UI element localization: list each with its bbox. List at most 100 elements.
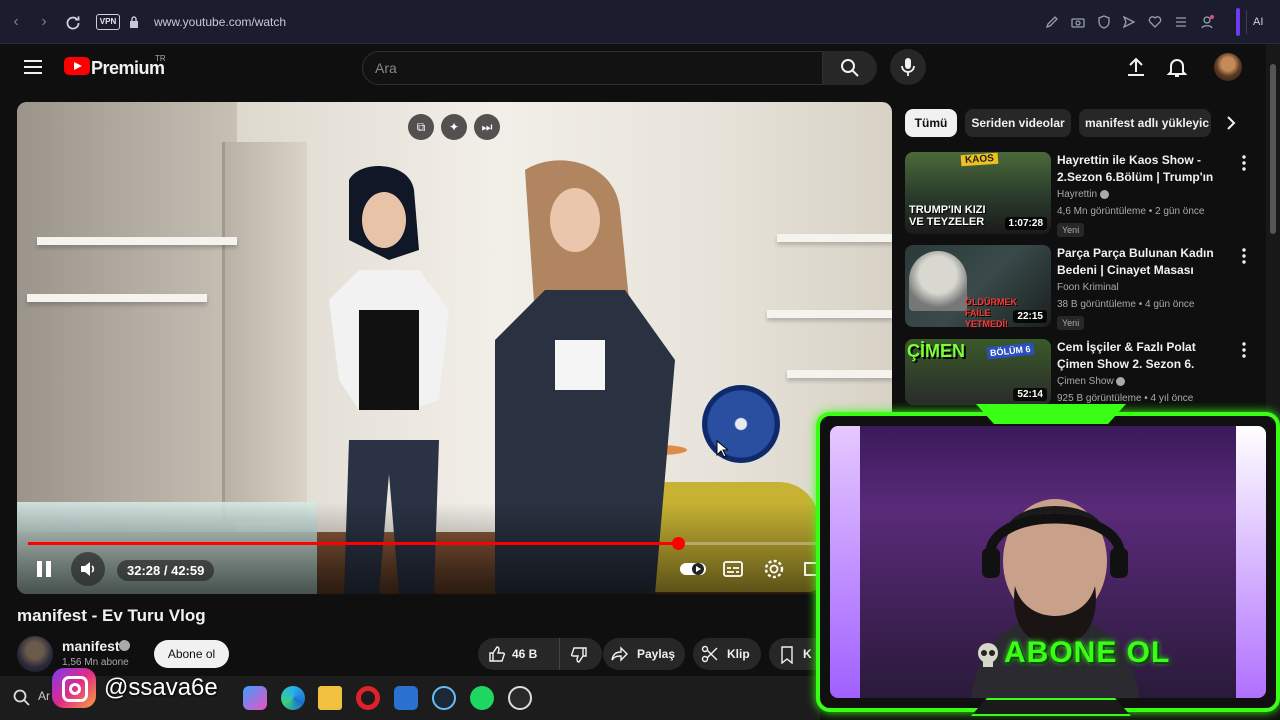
opera-icon[interactable] — [356, 686, 380, 710]
camera-icon[interactable] — [1070, 14, 1086, 30]
heart-icon[interactable] — [1147, 14, 1163, 30]
logo-text[interactable]: Premium — [91, 58, 165, 79]
verified-icon — [119, 640, 130, 651]
volume-button[interactable] — [71, 552, 105, 586]
like-count: 46 B — [512, 647, 538, 661]
time-display: 32:28 / 42:59 — [117, 560, 215, 581]
video-frame-shelf — [37, 237, 237, 245]
taskbar-search-text[interactable]: Ar — [38, 689, 50, 703]
webcam-light — [830, 426, 860, 698]
video-thumbnail[interactable]: KAOS TRUMP'IN KIZI VE TEYZELER 1:07:28 — [905, 152, 1051, 234]
chip-series[interactable]: Seriden videolar — [965, 109, 1071, 137]
forward-icon[interactable]: › — [34, 12, 54, 32]
video-thumbnail[interactable]: ÖLDÜRMEK FAİLE YETMEDİ! 22:15 — [905, 245, 1051, 327]
webcam-frame-decoration — [976, 404, 1126, 424]
like-button[interactable]: 46 B — [478, 638, 560, 670]
upload-icon[interactable] — [1125, 56, 1147, 78]
ai-enhance-button[interactable]: ✦ — [441, 114, 467, 140]
channel-name[interactable]: Foon Kriminal — [1057, 282, 1119, 293]
video-duration: 22:15 — [1013, 310, 1047, 323]
video-title: manifest - Ev Turu Vlog — [17, 606, 206, 625]
channel-avatar[interactable] — [17, 636, 53, 672]
recommended-video[interactable]: KAOS TRUMP'IN KIZI VE TEYZELER 1:07:28 H… — [905, 152, 1260, 237]
edit-icon[interactable] — [1044, 14, 1060, 30]
bell-icon[interactable] — [1166, 56, 1188, 78]
video-player[interactable]: ⧉ ✦ ⏭ 32:28 / 42:59 — [17, 102, 892, 594]
copilot-icon[interactable] — [243, 686, 267, 710]
chevron-right-icon[interactable] — [1222, 114, 1240, 132]
save-button[interactable]: K — [769, 638, 819, 670]
video-meta: 925 B görüntüleme • 4 yıl önce — [1057, 393, 1194, 404]
profile-icon[interactable] — [1199, 14, 1215, 30]
channel-name[interactable]: manifest — [62, 638, 120, 654]
channel-name[interactable]: Hayrettin — [1057, 189, 1109, 200]
region-code: TR — [155, 54, 166, 63]
scissors-icon — [701, 645, 718, 663]
scrollbar-thumb[interactable] — [1270, 64, 1276, 234]
ai-button[interactable]: AI — [1246, 10, 1280, 34]
back-icon[interactable]: ‹ — [6, 12, 26, 32]
progress-bar[interactable] — [28, 537, 878, 550]
new-badge: Yeni — [1057, 316, 1085, 330]
send-icon[interactable] — [1121, 14, 1137, 30]
like-dislike-group: 46 B — [478, 638, 602, 670]
list-icon[interactable] — [1173, 14, 1189, 30]
address-bar[interactable]: www.youtube.com/watch — [154, 15, 286, 29]
new-badge: Yeni — [1057, 223, 1085, 237]
menu-icon[interactable] — [24, 60, 42, 74]
video-meta: 38 B görüntüleme • 4 gün önce — [1057, 299, 1195, 310]
voice-search-button[interactable] — [890, 49, 926, 85]
search-button[interactable] — [823, 51, 877, 85]
more-options-icon[interactable] — [1238, 341, 1250, 359]
channel-name[interactable]: Çimen Show — [1057, 376, 1126, 387]
search-input[interactable] — [375, 52, 805, 84]
miniplayer-button[interactable]: ⧉ — [408, 114, 434, 140]
chip-uploader[interactable]: manifest adlı yükleyic — [1079, 109, 1211, 137]
video-title[interactable]: Hayrettin ile Kaos Show - 2.Sezon 6.Bölü… — [1057, 152, 1235, 186]
subscribe-overlay-text: ABONE OL — [1004, 636, 1171, 669]
file-explorer-icon[interactable] — [318, 686, 342, 710]
more-options-icon[interactable] — [1238, 154, 1250, 172]
video-title[interactable]: Cem İşçiler & Fazlı Polat Çimen Show 2. … — [1057, 339, 1235, 373]
share-button[interactable]: Paylaş — [603, 638, 685, 670]
search-icon[interactable] — [12, 688, 32, 708]
subscribe-button[interactable]: Abone ol — [154, 640, 229, 668]
skull-icon — [978, 643, 998, 667]
instagram-icon — [52, 668, 96, 708]
thumbnail-label: KAOS — [960, 152, 999, 167]
reload-icon[interactable] — [63, 13, 83, 33]
video-thumbnail[interactable]: ÇİMEN BÖLÜM 6 52:14 — [905, 339, 1051, 405]
video-title[interactable]: Parça Parça Bulunan Kadın Bedeni | Cinay… — [1057, 245, 1235, 279]
steam-icon[interactable] — [432, 686, 456, 710]
video-duration: 52:14 — [1013, 388, 1047, 401]
chip-all[interactable]: Tümü — [905, 109, 957, 137]
video-frame-shelf — [767, 310, 892, 318]
ai-label: AI — [1253, 16, 1264, 28]
webcam-frame-decoration — [971, 698, 1131, 716]
pause-icon[interactable] — [29, 554, 59, 584]
edge-icon[interactable] — [281, 686, 305, 710]
thumbs-up-icon — [489, 646, 506, 662]
clip-label: Klip — [727, 647, 750, 661]
subtitles-icon[interactable] — [722, 558, 744, 580]
dislike-button[interactable] — [560, 638, 602, 670]
recommended-video[interactable]: ÖLDÜRMEK FAİLE YETMEDİ! 22:15 Parça Parç… — [905, 245, 1260, 330]
channel-name-text: Çimen Show — [1057, 376, 1114, 387]
mail-icon[interactable] — [394, 686, 418, 710]
vpn-badge[interactable]: VPN — [96, 14, 120, 30]
account-avatar[interactable] — [1214, 53, 1242, 81]
shield-icon[interactable] — [1096, 14, 1112, 30]
thumbnail-label: BÖLÜM 6 — [986, 342, 1034, 360]
bookmark-icon — [781, 646, 793, 664]
obs-icon[interactable] — [508, 686, 532, 710]
clip-button[interactable]: Klip — [693, 638, 761, 670]
settings-icon[interactable] — [763, 558, 785, 580]
more-options-icon[interactable] — [1238, 247, 1250, 265]
autoplay-toggle-icon[interactable] — [679, 558, 707, 580]
thumbnail-text: TRUMP'IN KIZI VE TEYZELER — [909, 204, 986, 228]
sidebar-tab[interactable] — [1236, 8, 1240, 36]
save-label: K — [803, 647, 812, 661]
spotify-icon[interactable] — [470, 686, 494, 710]
youtube-logo-icon[interactable] — [64, 57, 90, 75]
skip-button[interactable]: ⏭ — [474, 114, 500, 140]
